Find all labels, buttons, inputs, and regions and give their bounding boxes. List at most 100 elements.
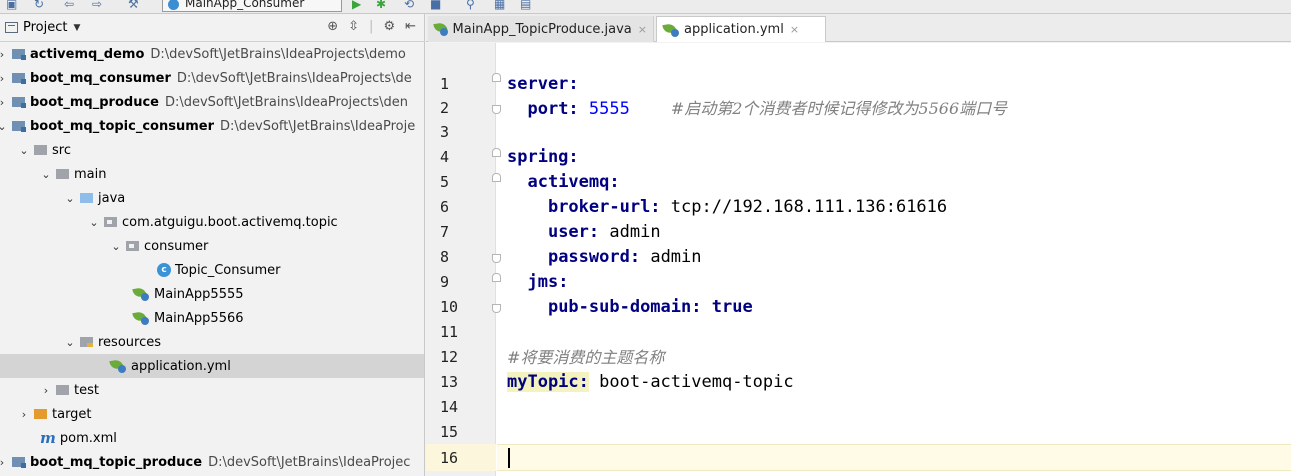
chevron-right-icon[interactable]: › [0, 72, 8, 85]
chevron-down-icon[interactable]: ▼ [73, 23, 80, 33]
hide-panel-icon[interactable]: ⇤ [405, 19, 416, 34]
tree-package-topic[interactable]: ⌄ com.atguigu.boot.activemq.topic [0, 210, 424, 234]
code-editor[interactable]: 1 2 3 4 5 6 7 8 9 10 11 12 13 14 15 16 s… [426, 43, 1291, 476]
tree-package-consumer[interactable]: ⌄ consumer [0, 234, 424, 258]
project-structure-icon[interactable]: ▦ [494, 0, 505, 11]
line-number: 12 [440, 348, 459, 366]
main-toolbar: ▣ ↻ ⇦ ⇨ ⚒ MainApp_Consumer ▶ ✱ ⟲ ■ ⚲ ▦ ▤ [0, 0, 1291, 14]
tree-module-boot-mq-consumer[interactable]: › boot_mq_consumer D:\devSoft\JetBrains\… [0, 66, 424, 90]
tab-label: MainApp_TopicProduce.java [452, 21, 632, 37]
coverage-icon[interactable]: ⟲ [404, 0, 414, 11]
line-number: 15 [440, 423, 459, 441]
yaml-key: pub-sub-domain: [547, 297, 702, 317]
tree-folder-main[interactable]: ⌄ main [0, 162, 424, 186]
chevron-down-icon[interactable]: ⌄ [64, 336, 76, 349]
yaml-key: user: [547, 222, 600, 242]
tree-folder-target[interactable]: › target [0, 402, 424, 426]
sdk-icon[interactable]: ▤ [520, 0, 531, 11]
fold-marker[interactable] [492, 173, 501, 182]
chevron-right-icon[interactable]: › [0, 48, 8, 61]
chevron-right-icon[interactable]: › [18, 408, 30, 421]
chevron-right-icon[interactable]: › [0, 456, 8, 469]
run-configuration-selector[interactable]: MainApp_Consumer [162, 0, 342, 12]
tree-label: Topic_Consumer [175, 262, 281, 278]
tree-class-mainapp5555[interactable]: MainApp5555 [0, 282, 424, 306]
module-folder-icon [12, 97, 26, 108]
chevron-down-icon[interactable]: ⌄ [64, 192, 76, 205]
fold-marker[interactable] [492, 73, 501, 82]
chevron-right-icon[interactable]: › [0, 96, 8, 109]
tree-class-mainapp5566[interactable]: MainApp5566 [0, 306, 424, 330]
forward-icon[interactable]: ⇨ [92, 0, 102, 11]
line-number: 2 [440, 99, 450, 117]
tab-mainapp-topicproduce[interactable]: MainApp_TopicProduce.java × [428, 16, 654, 42]
yaml-value: boot-activemq-topic [599, 372, 794, 392]
chevron-down-icon[interactable]: ⌄ [18, 144, 30, 157]
back-icon[interactable]: ⇦ [64, 0, 74, 11]
tree-label: boot_mq_topic_consumer [30, 118, 215, 134]
code-line-2: port: 5555 #启动第2个消费者时候记得修改为5566端口号 [507, 96, 1007, 121]
chevron-down-icon[interactable]: ⌄ [110, 240, 122, 253]
tree-label: consumer [144, 238, 209, 254]
spring-boot-class-icon [132, 286, 151, 301]
fold-marker[interactable] [492, 304, 501, 313]
folder-icon [56, 169, 69, 179]
spring-boot-icon [168, 0, 179, 10]
module-folder-icon [12, 49, 26, 60]
tree-label: java [98, 190, 126, 206]
code-line-9: jms: [507, 270, 568, 295]
collapse-all-icon[interactable]: ⇳ [348, 19, 359, 34]
settings-gear-icon[interactable]: ⚙ [383, 19, 395, 34]
tree-file-pom[interactable]: m pom.xml [0, 426, 424, 450]
chevron-down-icon[interactable]: ⌄ [40, 168, 52, 181]
chevron-right-icon[interactable]: › [40, 384, 52, 397]
spring-boot-class-icon [132, 310, 151, 325]
run-icon[interactable]: ▶ [352, 0, 361, 11]
close-icon[interactable]: × [638, 23, 647, 36]
code-line-4: spring: [507, 145, 579, 170]
tree-folder-src[interactable]: ⌄ src [0, 138, 424, 162]
code-line-1: server: [507, 72, 579, 97]
save-all-icon[interactable]: ▣ [6, 0, 17, 11]
chevron-down-icon[interactable]: ⌄ [0, 120, 8, 133]
debug-icon[interactable]: ✱ [376, 0, 386, 11]
fold-marker[interactable] [492, 105, 501, 114]
line-number: 14 [440, 398, 459, 416]
fold-marker[interactable] [492, 254, 501, 263]
sync-icon[interactable]: ↻ [34, 0, 44, 11]
fold-marker[interactable] [492, 148, 501, 157]
tree-module-boot-mq-topic-produce[interactable]: › boot_mq_topic_produce D:\devSoft\JetBr… [0, 450, 424, 474]
tree-label: activemq_demo [30, 46, 145, 62]
code-line-13: myTopic: boot-activemq-topic [507, 370, 794, 395]
tree-folder-resources[interactable]: ⌄ resources [0, 330, 424, 354]
line-number: 9 [440, 273, 450, 291]
tree-module-boot-mq-topic-consumer[interactable]: ⌄ boot_mq_topic_consumer D:\devSoft\JetB… [0, 114, 424, 138]
package-icon [104, 217, 117, 227]
locate-icon[interactable]: ⊕ [327, 19, 338, 34]
build-icon[interactable]: ⚒ [128, 0, 139, 11]
project-view-icon [5, 22, 18, 33]
chevron-down-icon[interactable]: ⌄ [88, 216, 100, 229]
tree-module-activemq-demo[interactable]: › activemq_demo D:\devSoft\JetBrains\Ide… [0, 42, 424, 66]
tree-module-boot-mq-produce[interactable]: › boot_mq_produce D:\devSoft\JetBrains\I… [0, 90, 424, 114]
yaml-file-icon [662, 22, 681, 37]
close-icon[interactable]: × [790, 23, 799, 36]
vcs-icon[interactable]: ⚲ [466, 0, 475, 11]
tree-class-topic-consumer[interactable]: c Topic_Consumer [0, 258, 424, 282]
current-line-highlight [497, 444, 1291, 471]
tree-folder-test[interactable]: › test [0, 378, 424, 402]
yaml-file-icon [109, 358, 128, 373]
tree-label: application.yml [131, 358, 231, 374]
tree-folder-java[interactable]: ⌄ java [0, 186, 424, 210]
tree-path: D:\devSoft\JetBrains\IdeaProjects\de [176, 70, 412, 86]
project-view-selector[interactable]: Project [23, 20, 67, 35]
yaml-comment: #启动第2个消费者时候记得修改为5566端口号 [670, 99, 1008, 118]
tree-label: boot_mq_consumer [30, 70, 171, 86]
yaml-key: jms: [527, 272, 569, 292]
yaml-key: port: [527, 99, 579, 119]
fold-marker[interactable] [492, 273, 501, 282]
line-number: 8 [440, 248, 450, 266]
tree-file-application-yml[interactable]: application.yml [0, 354, 424, 378]
tab-application-yml[interactable]: application.yml × [656, 16, 826, 42]
stop-icon[interactable]: ■ [430, 0, 441, 11]
